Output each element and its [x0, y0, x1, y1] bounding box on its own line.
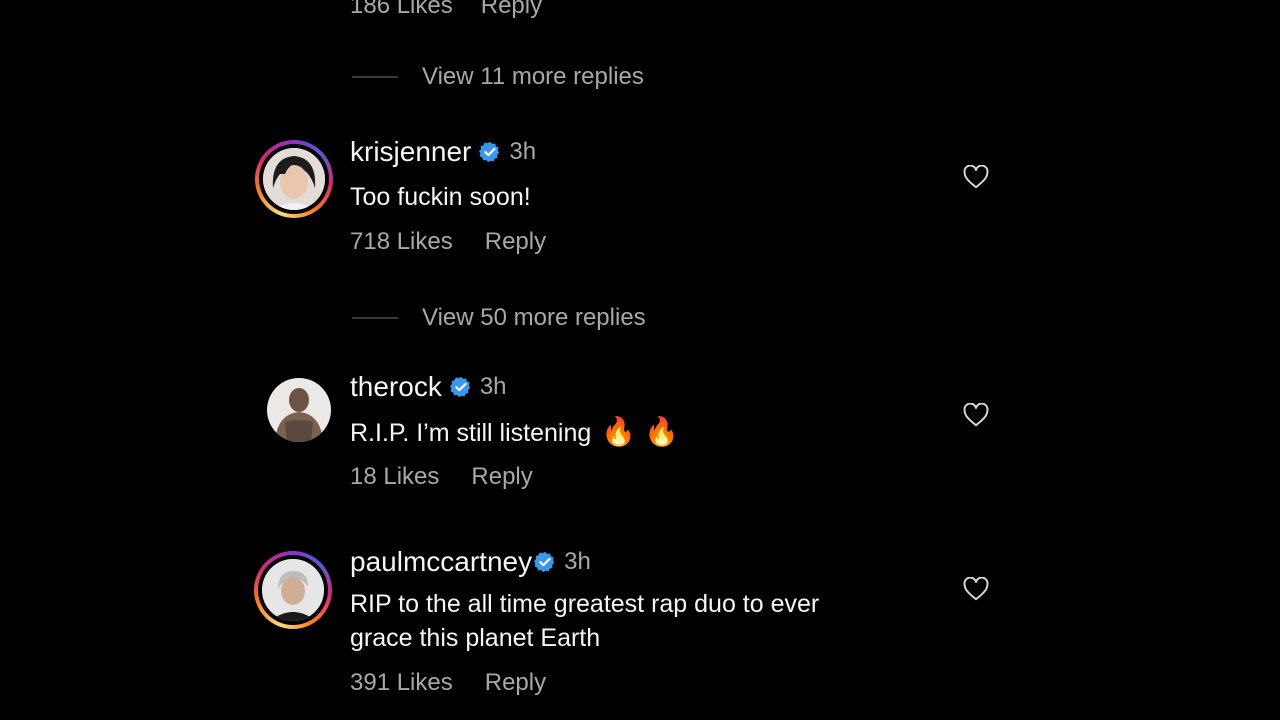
comment-header: krisjenner 3h — [350, 136, 536, 168]
verified-badge-icon — [449, 376, 470, 398]
reply-button[interactable]: Reply — [481, 0, 542, 19]
heart-outline-icon[interactable] — [963, 403, 989, 427]
timestamp: 3h — [564, 548, 591, 575]
likes-count[interactable]: 186 Likes — [350, 0, 453, 19]
comment-text: Too fuckin soon! — [350, 183, 531, 211]
comment-text-row: R.I.P. I’m still listening 🔥 🔥 — [350, 415, 679, 450]
timestamp: 3h — [479, 373, 507, 400]
comment-meta: 718 Likes Reply — [350, 228, 546, 256]
username[interactable]: therock — [350, 371, 442, 403]
reply-thread-line — [352, 76, 398, 78]
verified-badge-icon — [534, 551, 555, 573]
likes-count[interactable]: 391 Likes — [350, 669, 453, 696]
username[interactable]: paulmccartney — [350, 546, 532, 578]
reply-button[interactable]: Reply — [485, 228, 546, 255]
reply-thread-line — [352, 317, 398, 319]
reply-button[interactable]: Reply — [485, 669, 546, 696]
reply-button[interactable]: Reply — [471, 463, 532, 490]
comment-header: paulmccartney 3h — [350, 546, 591, 578]
username[interactable]: krisjenner — [350, 136, 471, 168]
comment-meta: 391 Likes Reply — [350, 669, 546, 697]
heart-outline-icon[interactable] — [963, 165, 989, 189]
avatar[interactable] — [255, 140, 333, 218]
view-more-replies[interactable]: View 11 more replies — [352, 63, 644, 91]
view-more-replies-label[interactable]: View 11 more replies — [422, 63, 644, 91]
view-more-replies-label[interactable]: View 50 more replies — [422, 304, 646, 332]
top-comment-meta: 186 Likes Reply — [350, 0, 542, 20]
likes-count[interactable]: 18 Likes — [350, 463, 439, 490]
avatar[interactable] — [267, 378, 331, 442]
timestamp: 3h — [509, 138, 537, 165]
fire-emoji: 🔥 🔥 — [601, 416, 679, 447]
verified-badge-icon — [479, 141, 500, 163]
comment-text: R.I.P. I’m still listening — [350, 419, 592, 447]
comment-meta: 18 Likes Reply — [350, 463, 533, 491]
comment-header: therock 3h — [350, 371, 507, 403]
view-more-replies[interactable]: View 50 more replies — [352, 304, 646, 332]
likes-count[interactable]: 718 Likes — [350, 228, 453, 255]
heart-outline-icon[interactable] — [963, 577, 989, 601]
comment-text-line-1: RIP to the all time greatest rap duo to … — [350, 590, 820, 618]
avatar[interactable] — [254, 551, 332, 629]
comment-text-line-2: grace this planet Earth — [350, 624, 601, 652]
